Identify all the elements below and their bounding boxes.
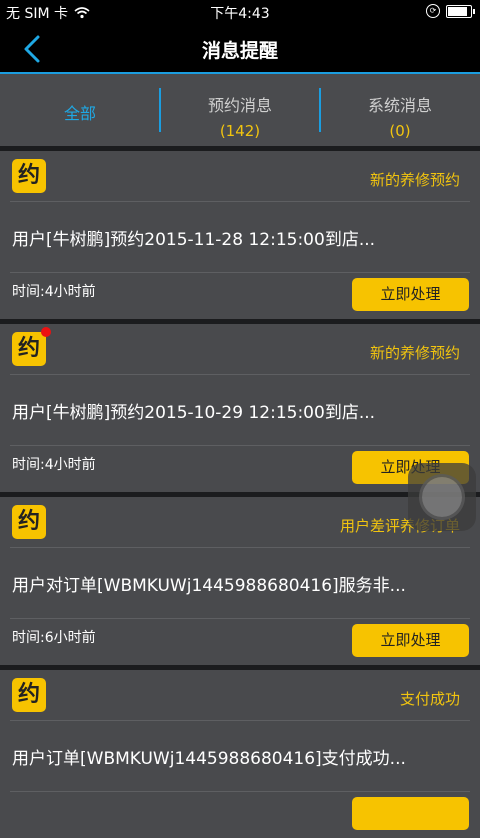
assistive-touch-button[interactable] — [408, 463, 476, 531]
message-content: 用户[牛树鹏]预约2015-11-28 12:15:00到店... — [12, 230, 376, 250]
tab-system-messages[interactable]: 系统消息 (0) — [320, 74, 480, 146]
message-content: 用户订单[WBMKUWj1445988680416]支付成功... — [12, 749, 406, 769]
divider — [10, 272, 470, 273]
message-type: 新的养修预约 — [369, 344, 460, 362]
unread-dot — [41, 327, 51, 337]
nav-bar: 消息提醒 — [0, 24, 480, 74]
status-right: ⟳ — [426, 4, 475, 18]
divider — [10, 547, 470, 548]
message-time: 时间:6小时前 — [12, 630, 96, 646]
message-time: 时间:4小时前 — [12, 457, 96, 473]
status-bar: 无 SIM 卡 下午4:43 ⟳ — [0, 0, 480, 24]
battery-icon — [446, 4, 475, 18]
appointment-badge: 约 — [12, 678, 46, 712]
tab-all-label: 全部 — [63, 104, 96, 123]
message-content: 用户[牛树鹏]预约2015-10-29 12:15:00到店... — [12, 403, 376, 423]
tab-appointment-label: 预约消息 — [207, 96, 272, 115]
divider — [10, 618, 470, 619]
message-card[interactable]: 约 新的养修预约 用户[牛树鹏]预约2015-11-28 12:15:00到店.… — [0, 151, 480, 319]
message-card[interactable]: 约 支付成功 用户订单[WBMKUWj1445988680416]支付成功... — [0, 670, 480, 838]
divider — [10, 791, 470, 792]
divider — [10, 374, 470, 375]
message-type: 新的养修预约 — [369, 171, 460, 189]
process-now-button[interactable] — [352, 797, 469, 830]
divider — [10, 445, 470, 446]
tab-appointment-messages[interactable]: 预约消息 (142) — [160, 74, 320, 146]
tab-all[interactable]: 全部 — [0, 74, 160, 146]
page-title: 消息提醒 — [201, 40, 278, 62]
message-type: 支付成功 — [399, 690, 460, 708]
divider — [10, 720, 470, 721]
status-time: 下午4:43 — [210, 6, 270, 22]
tab-appointment-count: (142) — [219, 122, 261, 140]
message-content: 用户对订单[WBMKUWj1445988680416]服务非... — [12, 576, 406, 596]
tab-system-label: 系统消息 — [367, 96, 432, 115]
process-now-button[interactable]: 立即处理 — [352, 624, 469, 657]
tab-bar: 全部 预约消息 (142) 系统消息 (0) — [0, 74, 480, 146]
battery-level — [448, 6, 467, 16]
rotation-lock-icon: ⟳ — [426, 4, 440, 18]
tab-system-count: (0) — [389, 122, 411, 140]
message-time: 时间:4小时前 — [12, 284, 96, 300]
message-card[interactable]: 约 新的养修预约 用户[牛树鹏]预约2015-10-29 12:15:00到店.… — [0, 324, 480, 492]
appointment-badge: 约 — [12, 505, 46, 539]
assistive-touch-icon — [422, 477, 462, 517]
process-now-button[interactable]: 立即处理 — [352, 278, 469, 311]
divider — [10, 201, 470, 202]
appointment-badge: 约 — [12, 159, 46, 193]
appointment-badge: 约 — [12, 332, 46, 366]
